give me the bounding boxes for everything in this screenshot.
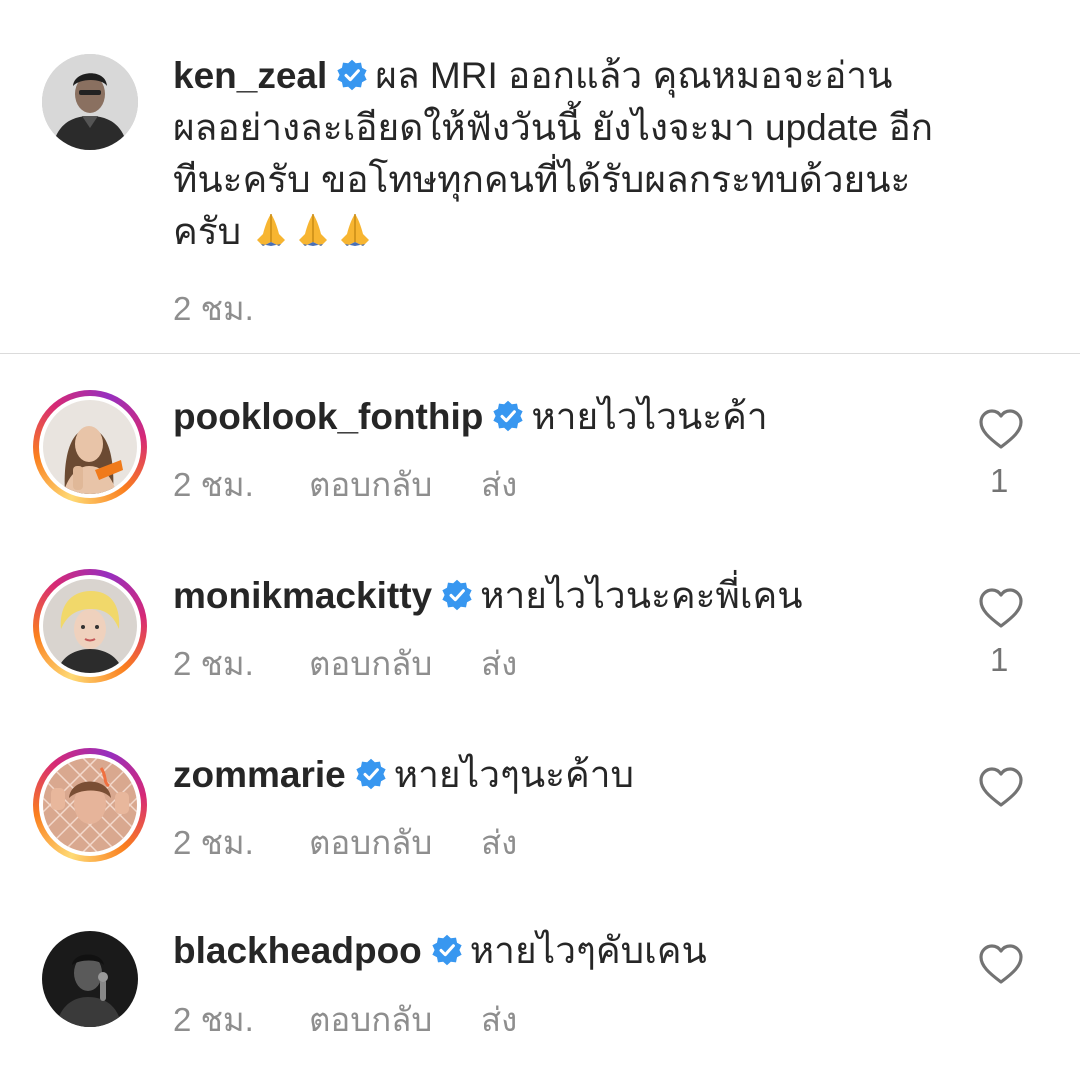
like-count: 1: [990, 462, 1009, 499]
send-button[interactable]: ส่ง: [481, 458, 517, 511]
timestamp: 2 ชม.: [173, 290, 254, 327]
comment-item: blackheadpoo หายไวๆคับเคน 2 ชม. ตอบกลับ ส่ง: [0, 897, 1080, 1067]
avatar[interactable]: [42, 54, 138, 150]
folded-hands-icon: [341, 214, 370, 246]
comment-meta: 2 ชม. ตอบกลับ ส่ง: [173, 637, 517, 690]
send-button[interactable]: ส่ง: [481, 816, 517, 869]
comment-meta: 2 ชม. ตอบกลับ ส่ง: [173, 816, 517, 869]
like-count: 1: [990, 641, 1009, 678]
comments-screen: ken_zeal ผล MRI ออกแล้ว คุณหมอจะอ่าน ผลอ…: [0, 0, 1080, 1068]
comment-body: blackheadpoo หายไวๆคับเคน: [173, 929, 707, 973]
avatar[interactable]: [42, 931, 138, 1027]
comment-username[interactable]: blackheadpoo: [173, 930, 422, 971]
timestamp: 2 ชม.: [173, 466, 254, 503]
avatar[interactable]: [33, 390, 147, 504]
folded-hands-icon: [257, 214, 286, 246]
timestamp: 2 ชม.: [173, 1001, 254, 1038]
verified-badge-icon: [337, 59, 367, 91]
comment-body: pooklook_fonthip หายไวไวนะค้า: [173, 395, 768, 439]
caption-text: ken_zeal ผล MRI ออกแล้ว คุณหมอจะอ่าน ผลอ…: [173, 50, 1033, 258]
comment-text: หายไวไวนะคะพี่เคน: [480, 575, 803, 616]
comment-body: monikmackitty หายไวไวนะคะพี่เคน: [173, 574, 803, 618]
comment-text: หายไวๆนะค้าบ: [393, 754, 635, 795]
reply-button[interactable]: ตอบกลับ: [309, 458, 481, 511]
avatar[interactable]: [33, 569, 147, 683]
verified-badge-icon: [442, 579, 472, 611]
comment-item: monikmackitty หายไวไวนะคะพี่เคน 2 ชม. ตอบก…: [0, 539, 1080, 709]
verified-badge-icon: [432, 934, 462, 966]
heart-icon[interactable]: [978, 587, 1024, 629]
reply-button[interactable]: ตอบกลับ: [309, 637, 481, 690]
divider: [0, 353, 1080, 354]
heart-icon[interactable]: [978, 943, 1024, 985]
timestamp: 2 ชม.: [173, 645, 254, 682]
comment-text: หายไวไวนะค้า: [531, 396, 768, 437]
heart-icon[interactable]: [978, 408, 1024, 450]
verified-badge-icon: [493, 400, 523, 432]
caption-line-4: ครับ: [173, 211, 242, 252]
send-button[interactable]: ส่ง: [481, 637, 517, 690]
verified-badge-icon: [356, 758, 386, 790]
reply-button[interactable]: ตอบกลับ: [309, 993, 481, 1046]
heart-icon[interactable]: [978, 766, 1024, 808]
comment-meta: 2 ชม. ตอบกลับ ส่ง: [173, 993, 517, 1046]
comment-item: pooklook_fonthip หายไวไวนะค้า 2 ชม. ตอบกลั…: [0, 360, 1080, 530]
folded-hands-icon: [299, 214, 328, 246]
folded-hands-emoji-group: [251, 211, 377, 252]
caption-username[interactable]: ken_zeal: [173, 55, 327, 96]
comment-username[interactable]: zommarie: [173, 754, 346, 795]
post-caption: ken_zeal ผล MRI ออกแล้ว คุณหมอจะอ่าน ผลอ…: [0, 0, 1080, 354]
caption-line-2: ผลอย่างละเอียดให้ฟังวันนี้ ยังไงจะมา upd…: [173, 107, 934, 148]
send-button[interactable]: ส่ง: [481, 993, 517, 1046]
comment-username[interactable]: pooklook_fonthip: [173, 396, 483, 437]
comment-text: หายไวๆคับเคน: [469, 930, 707, 971]
avatar[interactable]: [33, 748, 147, 862]
reply-button[interactable]: ตอบกลับ: [309, 816, 481, 869]
caption-line-3: ทีนะครับ ขอโทษทุกคนที่ได้รับผลกระทบด้วยน…: [173, 159, 911, 200]
comment-item: zommarie หายไวๆนะค้าบ 2 ชม. ตอบกลับ ส่ง: [0, 718, 1080, 888]
comment-meta: 2 ชม. ตอบกลับ ส่ง: [173, 458, 517, 511]
comment-username[interactable]: monikmackitty: [173, 575, 432, 616]
caption-meta: 2 ชม.: [173, 282, 254, 335]
timestamp: 2 ชม.: [173, 824, 254, 861]
comment-body: zommarie หายไวๆนะค้าบ: [173, 753, 634, 797]
caption-line-1: ผล MRI ออกแล้ว คุณหมอจะอ่าน: [375, 55, 893, 96]
